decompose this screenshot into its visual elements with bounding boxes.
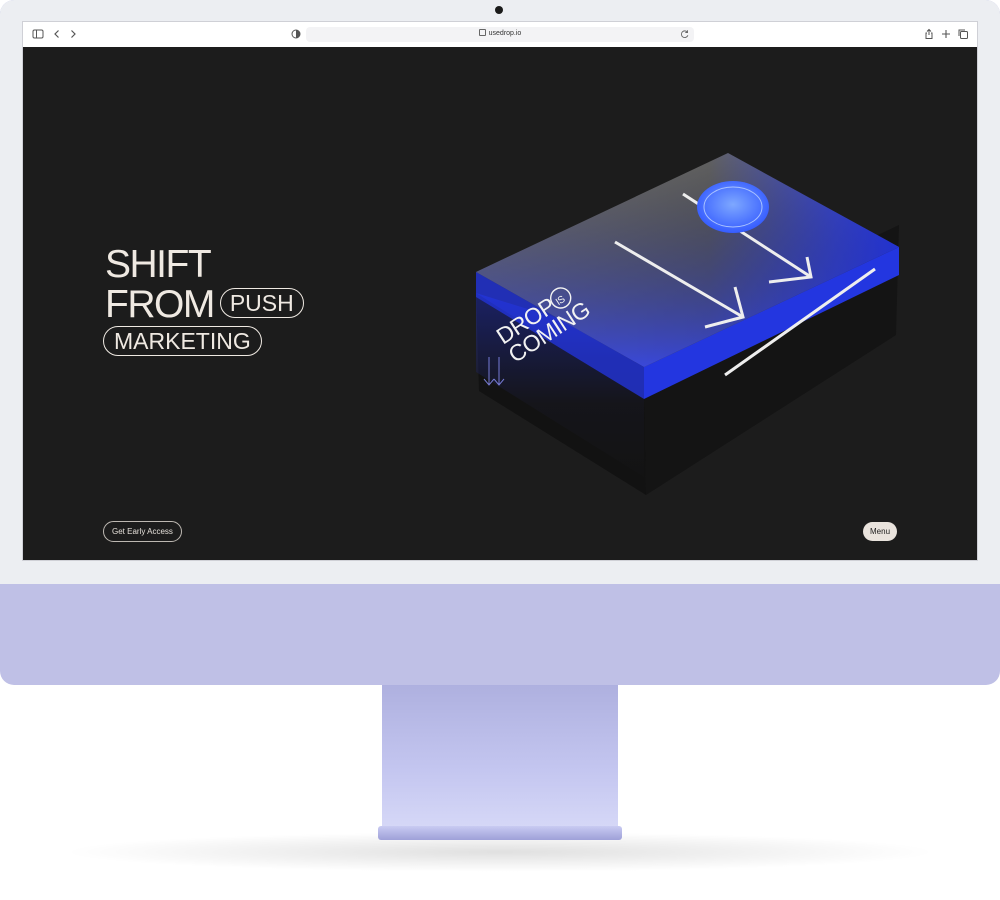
shoebox-image: DROP IS COMING	[476, 153, 899, 495]
marketing-pill: MARKETING	[103, 326, 262, 356]
seal-icon	[697, 181, 769, 233]
lock-icon	[478, 29, 486, 36]
new-tab-icon[interactable]	[940, 28, 952, 40]
address-bar[interactable]: usedrop.io	[306, 27, 694, 42]
monitor-foot	[378, 826, 622, 840]
tabs-icon[interactable]	[957, 28, 969, 40]
hero-section: SHIFT FROM PUSH MARKETING DROP IS COMING…	[23, 47, 977, 560]
menu-button[interactable]: Menu	[863, 522, 898, 541]
hero-headline: SHIFT FROM PUSH	[105, 245, 304, 325]
imac-monitor: usedrop.io SHIFT FROM PUSH MARKETING DRO…	[0, 0, 1000, 685]
browser-toolbar: usedrop.io	[23, 22, 977, 48]
back-icon[interactable]	[51, 28, 63, 40]
camera-icon	[495, 6, 503, 14]
headline-from: FROM	[105, 283, 215, 326]
get-early-access-button[interactable]: Get Early Access	[103, 521, 182, 542]
headline-line-1: SHIFT	[105, 243, 212, 286]
monitor-stand	[382, 684, 618, 829]
url-label: usedrop.io	[488, 30, 522, 37]
url-text: usedrop.io	[306, 29, 694, 37]
forward-icon[interactable]	[67, 28, 79, 40]
browser-window: usedrop.io SHIFT FROM PUSH MARKETING DRO…	[22, 21, 978, 561]
push-pill: PUSH	[219, 288, 304, 318]
privacy-icon[interactable]	[290, 28, 302, 40]
headline-line-2: FROM PUSH	[105, 285, 304, 325]
sidebar-icon[interactable]	[32, 28, 44, 40]
reload-icon[interactable]	[680, 29, 690, 39]
share-icon[interactable]	[923, 28, 935, 40]
